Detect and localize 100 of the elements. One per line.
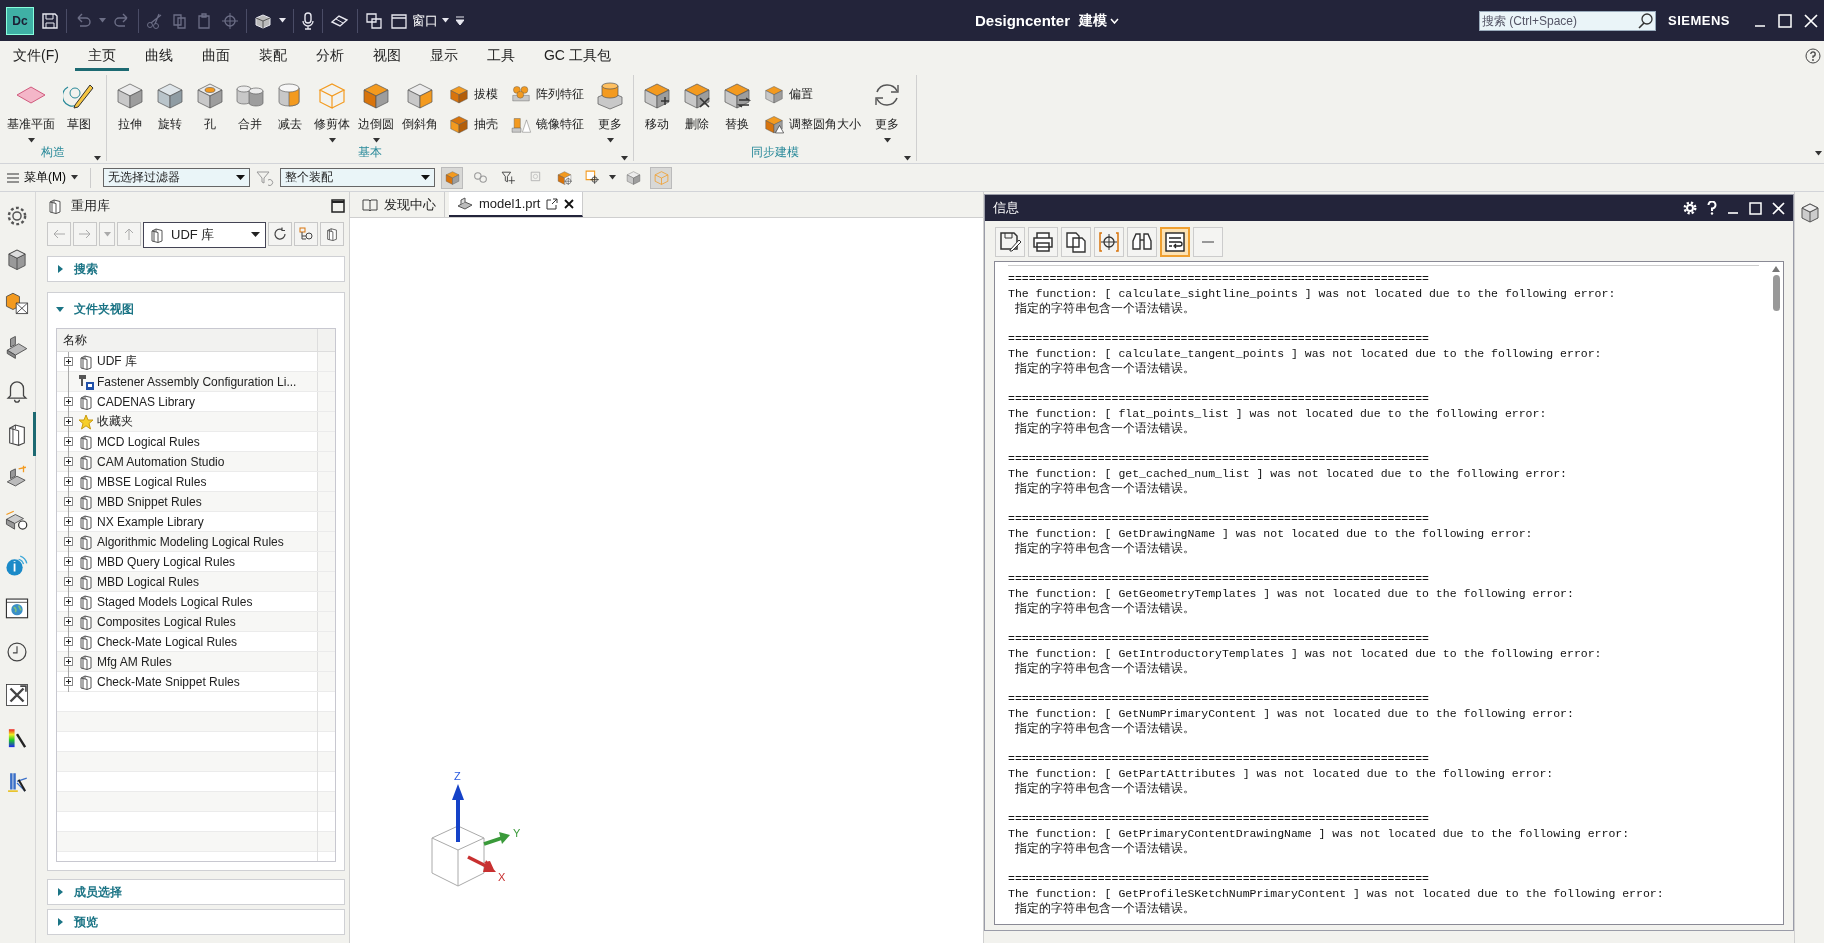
tree-item[interactable]: 收藏夹 bbox=[57, 412, 335, 432]
crosshair-icon[interactable] bbox=[221, 11, 239, 30]
graphics-canvas[interactable]: Z Y X bbox=[350, 218, 983, 943]
section-header[interactable]: 搜索 bbox=[48, 257, 344, 281]
tree-item[interactable]: Check-Mate Logical Rules bbox=[57, 632, 335, 652]
mode-menu[interactable]: 建模 bbox=[1079, 11, 1120, 30]
microphone-icon[interactable] bbox=[301, 11, 315, 30]
plus-icon[interactable] bbox=[63, 577, 73, 586]
plus-icon[interactable] bbox=[63, 517, 73, 526]
popout-icon[interactable] bbox=[546, 197, 559, 210]
ribbon-button[interactable]: 修剪体 bbox=[311, 75, 353, 143]
tree-item[interactable]: MBD Snippet Rules bbox=[57, 492, 335, 512]
tree-item[interactable]: UDF 库 bbox=[57, 352, 335, 372]
customize-icon[interactable] bbox=[456, 15, 464, 26]
maximize-icon[interactable] bbox=[331, 199, 345, 213]
tree-item[interactable]: MBSE Logical Rules bbox=[57, 472, 335, 492]
ribbon-button[interactable]: 移动 bbox=[638, 75, 676, 143]
tree-item[interactable]: Composites Logical Rules bbox=[57, 612, 335, 632]
scroll-thumb[interactable] bbox=[1772, 275, 1780, 311]
toolbar-button[interactable] bbox=[1028, 227, 1058, 257]
scissors-icon[interactable] bbox=[146, 11, 164, 30]
close-icon[interactable] bbox=[564, 198, 575, 209]
plus-icon[interactable] bbox=[63, 677, 73, 686]
scroll-up-icon[interactable] bbox=[1772, 266, 1780, 272]
ribbon-button[interactable]: 更多 bbox=[591, 75, 629, 143]
nav-button[interactable] bbox=[294, 222, 318, 246]
document-tab[interactable]: 发现中心 bbox=[354, 192, 445, 217]
plus-icon[interactable] bbox=[63, 437, 73, 446]
ribbon-tab[interactable]: 文件(F) bbox=[0, 41, 72, 71]
library-dropdown[interactable]: UDF 库 bbox=[143, 222, 266, 248]
expand-icon[interactable] bbox=[904, 156, 911, 161]
tree-item[interactable]: MCD Logical Rules bbox=[57, 432, 335, 452]
scope-dropdown[interactable]: 整个装配 bbox=[280, 168, 435, 187]
tree-item[interactable]: Fastener Assembly Configuration Li... bbox=[57, 372, 335, 392]
tree-item[interactable]: CAM Automation Studio bbox=[57, 452, 335, 472]
ribbon-button[interactable]: 抽壳 bbox=[446, 111, 500, 137]
ribbon-button[interactable]: 拔模 bbox=[446, 81, 500, 107]
toolbar-button[interactable] bbox=[1094, 227, 1124, 257]
ribbon-button[interactable]: 草图 bbox=[60, 75, 98, 143]
section-header[interactable]: 成员选择 bbox=[48, 880, 344, 904]
tree-item[interactable]: Mfg AM Rules bbox=[57, 652, 335, 672]
ribbon-button[interactable]: 更多 bbox=[868, 75, 906, 143]
plus-icon[interactable] bbox=[63, 637, 73, 646]
ribbon-tab[interactable]: 工具 bbox=[473, 41, 528, 71]
tree-item[interactable]: MBD Query Logical Rules bbox=[57, 552, 335, 572]
cube-icon[interactable] bbox=[254, 11, 272, 30]
plus-icon[interactable] bbox=[63, 497, 73, 506]
window-menu[interactable]: 窗口 bbox=[390, 11, 449, 30]
ribbon-button[interactable]: 边倒圆 bbox=[355, 75, 397, 143]
plus-icon[interactable] bbox=[63, 357, 73, 366]
section-header[interactable]: 预览 bbox=[48, 910, 344, 934]
nav-button[interactable] bbox=[268, 222, 292, 246]
ribbon-tab[interactable]: 曲线 bbox=[131, 41, 186, 71]
plus-icon[interactable] bbox=[63, 617, 73, 626]
ribbon-button[interactable]: 拉伸 bbox=[111, 75, 149, 143]
menu-button[interactable]: 菜单(M) bbox=[7, 169, 78, 186]
ribbon-button[interactable]: 基准平面 bbox=[4, 75, 58, 143]
expand-icon[interactable] bbox=[621, 156, 628, 161]
save-icon[interactable] bbox=[41, 11, 59, 30]
settings-icon[interactable] bbox=[1683, 201, 1697, 215]
ribbon-tab[interactable]: GC 工具包 bbox=[530, 41, 624, 71]
ribbon-tab[interactable]: 分析 bbox=[302, 41, 357, 71]
ribbon-button[interactable]: 倒斜角 bbox=[399, 75, 441, 143]
toolbar-button[interactable] bbox=[1127, 227, 1157, 257]
plus-icon[interactable] bbox=[63, 557, 73, 566]
tree-item[interactable]: Algorithmic Modeling Logical Rules bbox=[57, 532, 335, 552]
cube-icon[interactable] bbox=[1798, 202, 1821, 224]
tree-item[interactable]: CADENAS Library bbox=[57, 392, 335, 412]
app-logo[interactable]: Dc bbox=[6, 6, 34, 35]
ribbon-button[interactable]: 删除 bbox=[678, 75, 716, 143]
toolbar-button[interactable] bbox=[1160, 227, 1190, 257]
ribbon-button[interactable]: 合并 bbox=[231, 75, 269, 143]
toolbar-button[interactable] bbox=[995, 227, 1025, 257]
plus-icon[interactable] bbox=[63, 657, 73, 666]
help-icon[interactable] bbox=[1707, 201, 1717, 215]
ribbon-button[interactable]: 旋转 bbox=[151, 75, 189, 143]
ribbon-button[interactable]: 减去 bbox=[271, 75, 309, 143]
tree-item[interactable]: MBD Logical Rules bbox=[57, 572, 335, 592]
ribbon-button[interactable]: 阵列特征 bbox=[508, 81, 586, 107]
plus-icon[interactable] bbox=[63, 457, 73, 466]
windows-icon[interactable] bbox=[365, 11, 383, 30]
section-header[interactable]: 文件夹视图 bbox=[48, 293, 344, 325]
search-field[interactable]: 搜索 (Ctrl+Space) bbox=[1479, 10, 1656, 31]
filter-dropdown[interactable]: 无选择过滤器 bbox=[103, 168, 250, 187]
plus-icon[interactable] bbox=[63, 397, 73, 406]
document-tab[interactable]: model1.prt bbox=[449, 192, 584, 217]
tree-item[interactable]: Staged Models Logical Rules bbox=[57, 592, 335, 612]
ribbon-button[interactable]: 镜像特征 bbox=[508, 111, 586, 137]
tree-item[interactable]: Check-Mate Snippet Rules bbox=[57, 672, 335, 692]
plus-icon[interactable] bbox=[63, 597, 73, 606]
toolbar-button[interactable] bbox=[1061, 227, 1091, 257]
ribbon-button[interactable]: 偏置 bbox=[761, 81, 863, 107]
ribbon-button[interactable]: 孔 bbox=[191, 75, 229, 143]
tree-item[interactable]: NX Example Library bbox=[57, 512, 335, 532]
ribbon-tab[interactable]: 曲面 bbox=[188, 41, 243, 71]
ribbon-button[interactable]: 调整圆角大小 bbox=[761, 111, 863, 137]
plus-icon[interactable] bbox=[63, 477, 73, 486]
ribbon-tab[interactable]: 装配 bbox=[245, 41, 300, 71]
plus-icon[interactable] bbox=[63, 537, 73, 546]
copy-icon[interactable] bbox=[171, 11, 189, 30]
